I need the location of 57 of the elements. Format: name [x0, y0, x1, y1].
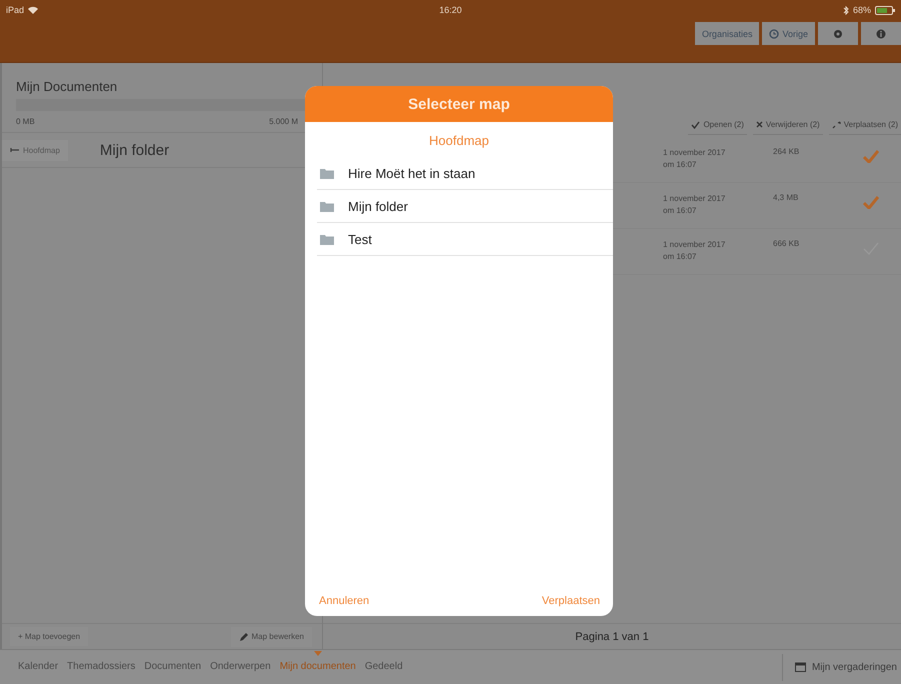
toolbar-button[interactable]: Verplaatsen (2) [828, 115, 901, 135]
pencil-icon [238, 632, 249, 642]
wifi-icon [28, 6, 38, 14]
checkmark-icon [691, 120, 700, 128]
nav-tab[interactable]: Mijn documenten [280, 660, 356, 674]
calendar-icon [794, 662, 806, 672]
section-title: Mijn Documenten [16, 79, 118, 94]
file-date: 1 november 2017 [663, 147, 726, 159]
nav-tab[interactable]: Kalender [18, 660, 58, 674]
file-time: om 16:07 [663, 251, 698, 263]
header-button[interactable]: Organisaties [694, 22, 760, 45]
toolbar-button[interactable]: Verwijderen (2) [752, 115, 823, 135]
cancel-button[interactable]: Annuleren [319, 595, 370, 607]
folder-icon [320, 234, 334, 244]
file-size: 264 KB [773, 147, 800, 156]
meetings-button[interactable]: Mijn vergaderingen [782, 654, 901, 680]
file-time: om 16:07 [663, 159, 698, 171]
move-button[interactable]: Verplaatsen [542, 595, 600, 607]
folder-icon [320, 200, 334, 212]
dialog-title: Selecteer map [305, 86, 613, 122]
checkmark-icon[interactable] [863, 196, 879, 209]
back-button[interactable]: Vorige [762, 22, 815, 45]
info-button[interactable] [861, 22, 901, 45]
nav-tab[interactable]: Documenten [144, 660, 202, 674]
bluetooth-icon [842, 6, 849, 14]
clock-icon [769, 28, 780, 38]
folder-icon [320, 168, 334, 178]
file-size: 666 KB [773, 239, 800, 248]
caret-icon [314, 651, 322, 656]
nav-tab[interactable]: Onderwerpen [210, 660, 271, 674]
file-time: om 16:07 [663, 205, 698, 217]
back-arrow-icon [10, 147, 20, 153]
toolbar-button[interactable]: Openen (2) [688, 115, 747, 135]
move-icon [832, 120, 841, 128]
folder-list-item[interactable]: Hire Moët het in staan [317, 157, 613, 190]
battery-icon [875, 6, 895, 14]
info-icon [876, 28, 886, 38]
page-indicator: Pagina 1 van 1 [575, 630, 649, 642]
cross-icon [756, 121, 763, 128]
file-date: 1 november 2017 [663, 193, 726, 205]
checkmark-icon[interactable] [863, 150, 879, 163]
dialog-subtitle: Hoofdmap [428, 132, 490, 150]
device-name: iPad [6, 5, 24, 15]
settings-icon [833, 28, 843, 38]
file-size: 4,3 MB [773, 193, 800, 202]
parent-folder-button[interactable]: Hoofdmap [2, 140, 68, 160]
storage-min-label: 0 MB [16, 117, 35, 126]
file-date: 1 november 2017 [663, 239, 726, 251]
settings-button[interactable] [818, 22, 858, 45]
nav-tab[interactable]: Themadossiers [67, 660, 136, 674]
folder-title: Mijn folder [100, 142, 170, 158]
storage-max-label: 5.000 M [269, 117, 298, 126]
battery-percentage: 68% [852, 5, 871, 15]
folder-list-item[interactable]: Mijn folder [317, 190, 613, 223]
clock-time: 16:20 [439, 5, 462, 15]
folder-list-item[interactable]: Test [317, 223, 613, 256]
nav-tab[interactable]: Gedeeld [364, 660, 403, 674]
